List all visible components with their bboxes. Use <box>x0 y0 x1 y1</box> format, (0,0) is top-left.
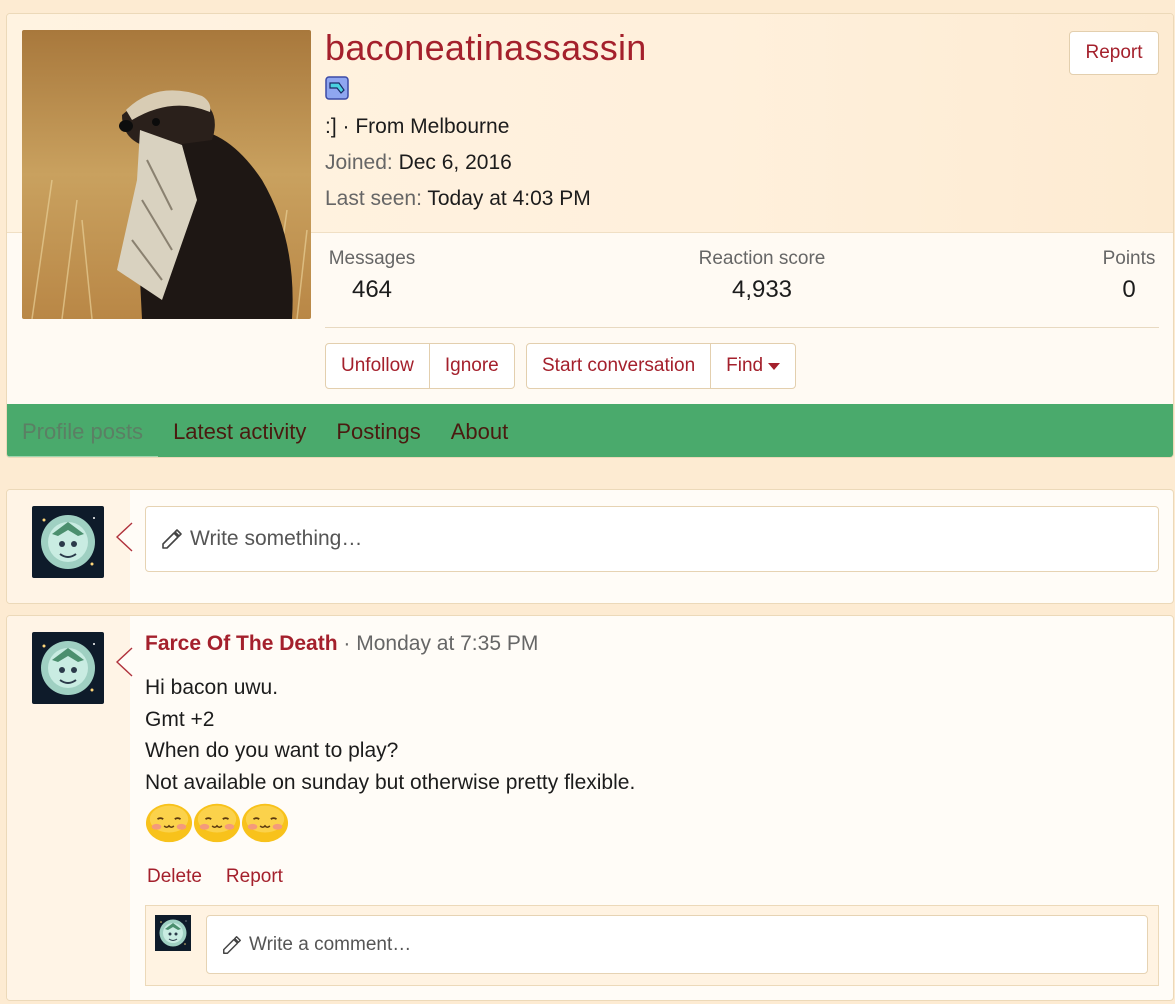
post-separator: · <box>337 632 357 655</box>
tab-profile-posts[interactable]: Profile posts <box>7 404 159 457</box>
write-something-placeholder: Write something… <box>190 527 363 550</box>
post-line: Hi bacon uwu. <box>145 676 279 699</box>
post-line: Not available on sunday but otherwise pr… <box>145 770 636 794</box>
stat-messages[interactable]: Messages 464 <box>325 248 419 304</box>
unfollow-button[interactable]: Unfollow <box>326 344 429 388</box>
follow-button-group: Unfollow Ignore <box>325 343 515 389</box>
write-something-input[interactable]: Write something… <box>145 506 1159 572</box>
stat-reaction-label: Reaction score <box>698 248 826 269</box>
blob-uwu-emoji-icon <box>145 802 193 844</box>
ignore-button[interactable]: Ignore <box>428 344 514 388</box>
write-comment-input[interactable]: Write a comment… <box>206 915 1148 974</box>
profile-stats: Messages 464 Reaction score 4,933 Points… <box>325 248 1159 328</box>
stat-points-value: 0 <box>1122 276 1136 303</box>
profile-card: baconeatinassassin :] · From Melbourne J… <box>6 13 1174 458</box>
comment-area: Write a comment… <box>145 905 1159 986</box>
report-post-link[interactable]: Report <box>226 866 283 888</box>
find-label: Find <box>726 355 764 376</box>
profile-about-line: :] · From Melbourne <box>325 115 510 138</box>
stat-messages-value: 464 <box>351 276 393 303</box>
profile-last-seen: Last seen: Today at 4:03 PM <box>325 187 591 211</box>
post-author-avatar[interactable] <box>32 632 104 704</box>
post-body: Hi bacon uwu. Gmt +2 When do you want to… <box>145 672 635 798</box>
joined-label: Joined: <box>325 151 393 174</box>
stat-points-label: Points <box>1102 248 1156 269</box>
comment-avatar[interactable] <box>155 915 191 951</box>
pencil-icon <box>162 529 182 549</box>
emoji-row <box>145 798 289 846</box>
tab-postings[interactable]: Postings <box>321 404 435 457</box>
profile-report-button[interactable]: Report <box>1069 31 1159 75</box>
stat-reaction-value: 4,933 <box>731 276 793 303</box>
tab-about[interactable]: About <box>436 404 524 457</box>
blob-uwu-emoji-icon <box>241 802 289 844</box>
pencil-icon <box>223 935 241 954</box>
blob-uwu-emoji-icon <box>193 802 241 844</box>
composer-avatar[interactable] <box>32 506 104 578</box>
post-meta: Farce Of The Death · Monday at 7:35 PM <box>145 632 538 656</box>
post-timestamp[interactable]: Monday at 7:35 PM <box>356 632 538 655</box>
stat-points[interactable]: Points 0 <box>1099 248 1159 304</box>
profile-post-composer: Write something… <box>6 489 1174 604</box>
profile-avatar[interactable] <box>22 30 311 319</box>
profile-username: baconeatinassassin <box>325 27 647 68</box>
conversation-button-group: Start conversation Find <box>526 343 797 389</box>
find-menu-button[interactable]: Find <box>710 344 795 388</box>
post-author-link[interactable]: Farce Of The Death <box>145 632 338 655</box>
post-line: Gmt +2 <box>145 707 215 731</box>
caret-down-icon <box>768 362 781 370</box>
start-conversation-button[interactable]: Start conversation <box>527 344 710 388</box>
profile-post: Farce Of The Death · Monday at 7:35 PM H… <box>6 615 1174 1001</box>
speech-arrow-icon <box>115 522 133 552</box>
last-seen-value: Today at 4:03 PM <box>427 187 591 210</box>
tab-latest-activity[interactable]: Latest activity <box>158 404 321 457</box>
post-line: When do you want to play? <box>145 739 399 762</box>
profile-tabs: Profile posts Latest activity Postings A… <box>7 404 1173 457</box>
delete-post-link[interactable]: Delete <box>147 866 202 888</box>
last-seen-label: Last seen: <box>325 187 422 210</box>
stat-reaction-score[interactable]: Reaction score 4,933 <box>692 248 832 304</box>
chat-badge-icon <box>325 76 349 100</box>
stat-messages-label: Messages <box>328 248 416 269</box>
speech-arrow-icon <box>115 647 133 677</box>
post-actions: Delete Report <box>147 866 283 888</box>
profile-joined: Joined: Dec 6, 2016 <box>325 151 512 175</box>
joined-value: Dec 6, 2016 <box>398 151 512 174</box>
write-comment-placeholder: Write a comment… <box>249 933 412 955</box>
